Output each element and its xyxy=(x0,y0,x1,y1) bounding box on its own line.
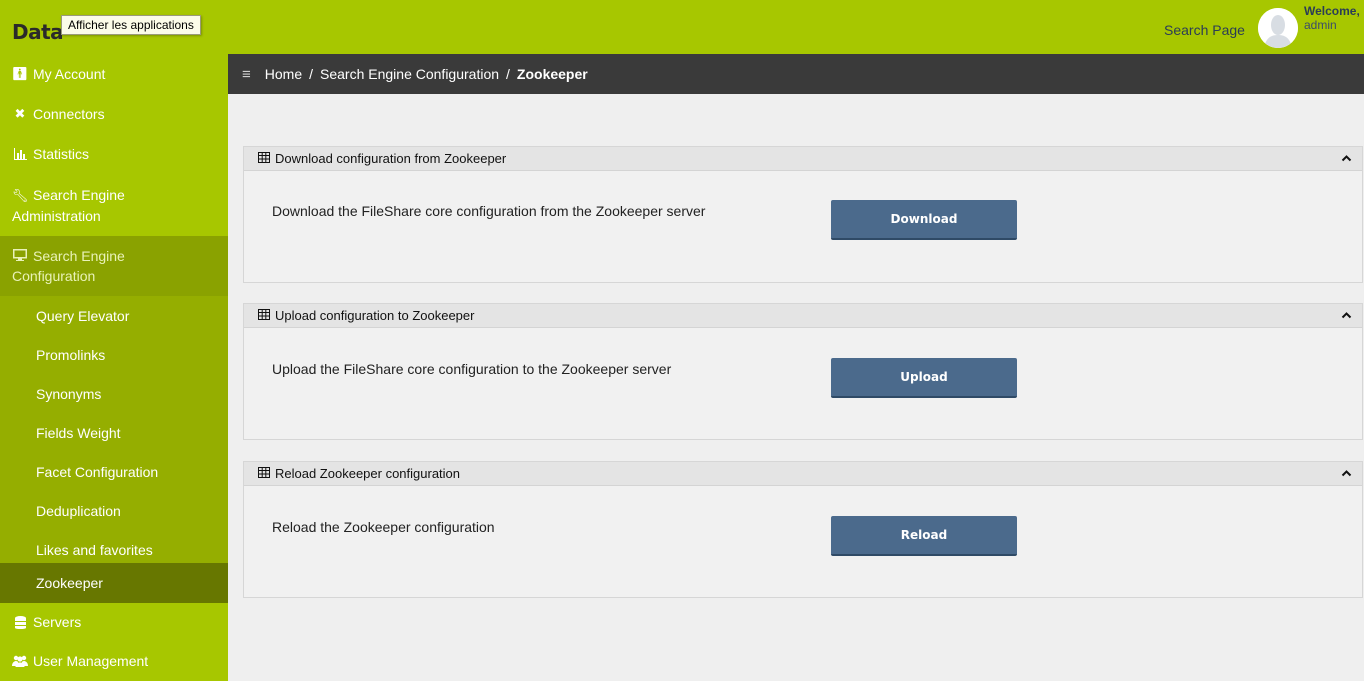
monitor-icon xyxy=(12,249,28,261)
sidebar-subitem-label: Synonyms xyxy=(36,385,102,402)
download-panel: Download configuration from Zookeeper Do… xyxy=(243,146,1363,283)
sidebar-item-user-management[interactable]: User Management xyxy=(0,641,228,681)
breadcrumb: ≡ Home / Search Engine Configuration / Z… xyxy=(228,54,1364,94)
sidebar-item-statistics[interactable]: Statistics xyxy=(0,134,228,174)
panel-title: Upload configuration to Zookeeper xyxy=(275,308,475,323)
database-icon xyxy=(12,615,28,629)
sidebar-item-search-engine-administration[interactable]: 🔧︎ Search Engine Administration xyxy=(0,174,228,236)
apps-tooltip: Afficher les applications xyxy=(61,15,201,35)
sidebar-subitem-label: Zookeeper xyxy=(36,575,103,591)
panel-header: Reload Zookeeper configuration xyxy=(244,462,1362,486)
collapse-chevron-icon[interactable] xyxy=(1341,151,1352,165)
sidebar-item-label: User Management xyxy=(33,653,149,669)
upload-button[interactable]: Upload xyxy=(831,358,1017,398)
sidebar-subitem-label: Deduplication xyxy=(36,502,121,519)
sidebar-subitem-query-elevator[interactable]: Query Elevator xyxy=(0,296,228,335)
sidebar-subitem-label: Fields Weight xyxy=(36,424,121,441)
menu-toggle-icon[interactable]: ≡ xyxy=(242,66,251,83)
sidebar-subitem-label: Facet Configuration xyxy=(36,463,159,480)
welcome-title: Welcome, xyxy=(1304,4,1360,18)
sidebar-item-label-line1: Search Engine xyxy=(33,248,125,264)
upload-panel: Upload configuration to Zookeeper Upload… xyxy=(243,303,1363,440)
panel-description: Reload the Zookeeper configuration xyxy=(272,519,495,535)
sidebar-item-search-engine-configuration[interactable]: Search Engine Configuration xyxy=(0,236,228,296)
search-page-link[interactable]: Search Page xyxy=(1164,22,1245,38)
sidebar-subitem-promolinks[interactable]: Promolinks xyxy=(0,335,228,374)
reload-button[interactable]: Reload xyxy=(831,516,1017,556)
sidebar-item-connectors[interactable]: ✖ Connectors xyxy=(0,94,228,134)
table-icon xyxy=(258,151,270,166)
breadcrumb-section[interactable]: Search Engine Configuration xyxy=(320,66,499,82)
sidebar-subitem-label: Likes and favorites xyxy=(36,541,153,558)
sidebar: 🚹︎ My Account ✖ Connectors Statistics 🔧︎… xyxy=(0,54,228,681)
person-icon: 🚹︎ xyxy=(11,66,29,81)
table-icon xyxy=(258,466,270,481)
user-silhouette-icon xyxy=(1258,8,1298,48)
welcome-username: admin xyxy=(1304,18,1337,32)
sidebar-item-label: Servers xyxy=(33,614,82,630)
sidebar-item-label: Connectors xyxy=(33,106,105,122)
breadcrumb-home[interactable]: Home xyxy=(265,66,302,82)
top-bar: Data Afficher les applications Search Pa… xyxy=(0,0,1364,54)
sidebar-item-label-line2: Administration xyxy=(12,207,101,224)
reload-panel: Reload Zookeeper configuration Reload th… xyxy=(243,461,1363,598)
sidebar-item-my-account[interactable]: 🚹︎ My Account xyxy=(0,54,228,94)
sidebar-item-label: Search Engine xyxy=(12,246,125,266)
collapse-chevron-icon[interactable] xyxy=(1341,308,1352,322)
sidebar-subitem-zookeeper[interactable]: Zookeeper xyxy=(0,563,228,603)
sidebar-item-label: 🔧︎ Search Engine xyxy=(12,185,125,206)
panel-description: Upload the FileShare core configuration … xyxy=(272,361,672,377)
avatar[interactable] xyxy=(1258,8,1298,48)
bar-chart-icon xyxy=(12,148,28,160)
users-icon xyxy=(12,655,28,667)
sidebar-subitem-fields-weight[interactable]: Fields Weight xyxy=(0,413,228,452)
sidebar-item-label: My Account xyxy=(33,66,106,82)
collapse-chevron-icon[interactable] xyxy=(1341,466,1352,480)
breadcrumb-current: Zookeeper xyxy=(516,66,588,82)
breadcrumb-separator: / xyxy=(506,66,510,82)
sidebar-subitem-facet-configuration[interactable]: Facet Configuration xyxy=(0,452,228,491)
wrench-icon: 🔧︎ xyxy=(11,187,29,203)
panel-description: Download the FileShare core configuratio… xyxy=(272,203,706,219)
sidebar-item-label-line1: Search Engine xyxy=(33,186,125,203)
sidebar-subitem-deduplication[interactable]: Deduplication xyxy=(0,491,228,530)
breadcrumb-separator: / xyxy=(309,66,314,82)
cross-arrows-icon: ✖ xyxy=(14,106,26,121)
download-button[interactable]: Download xyxy=(831,200,1017,240)
welcome-block: Welcome, admin xyxy=(1304,4,1360,32)
panel-header: Download configuration from Zookeeper xyxy=(244,147,1362,171)
sidebar-item-label-line2: Configuration xyxy=(12,268,96,284)
sidebar-subitem-label: Promolinks xyxy=(36,346,106,363)
panel-title: Download configuration from Zookeeper xyxy=(275,151,507,166)
table-icon xyxy=(258,308,270,323)
sidebar-subitem-label: Query Elevator xyxy=(36,307,130,324)
panel-header: Upload configuration to Zookeeper xyxy=(244,304,1362,328)
panel-title: Reload Zookeeper configuration xyxy=(275,466,461,481)
sidebar-item-label: Statistics xyxy=(33,146,90,162)
sidebar-item-servers[interactable]: Servers xyxy=(0,603,228,641)
app-logo[interactable]: Data xyxy=(12,20,64,44)
sidebar-subitem-synonyms[interactable]: Synonyms xyxy=(0,374,228,413)
